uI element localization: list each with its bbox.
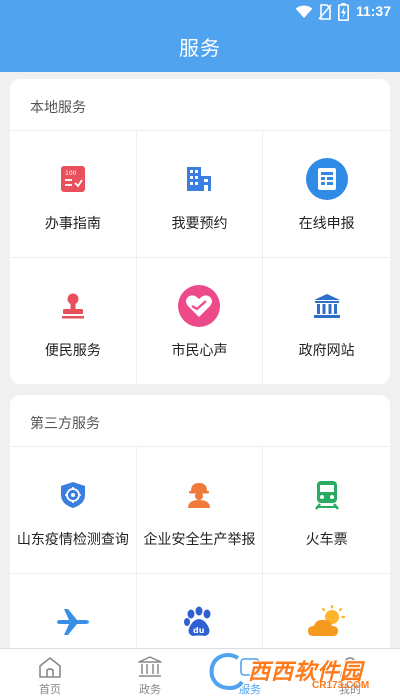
tab-label: 服务 <box>239 684 261 696</box>
service-item-convenience[interactable]: 便民服务 <box>10 258 137 384</box>
service-label: 便民服务 <box>44 342 101 358</box>
wifi-icon <box>295 5 313 24</box>
worker-helmet-icon <box>177 473 221 517</box>
tab-label: 政务 <box>139 684 161 696</box>
service-item-appointment[interactable]: 我要预约 <box>136 131 264 258</box>
baidu-paw-icon: du <box>177 600 221 644</box>
user-icon <box>338 655 362 679</box>
heart-icon <box>177 284 221 328</box>
tab-service[interactable]: 服务 <box>200 649 300 700</box>
main-content: 本地服务 100 办事指南 我要预约 在线申报 便民服务 市民心声 政府网站 第… <box>0 72 400 648</box>
shield-icon <box>51 473 95 517</box>
page-title: 服务 <box>179 38 221 60</box>
service-item-flight[interactable] <box>10 574 137 648</box>
service-item-train-ticket[interactable]: 火车票 <box>263 447 390 574</box>
section-title: 本地服务 <box>10 79 390 131</box>
airplane-icon <box>51 600 95 644</box>
third-party-services-card: 第三方服务 山东疫情检测查询 企业安全生产举报 火车票 du <box>10 395 390 648</box>
bottom-tab-bar: 首页 政务 服务 我的 <box>0 648 400 700</box>
no-sim-icon <box>318 4 332 25</box>
home-icon <box>38 655 62 679</box>
section-title: 第三方服务 <box>10 395 390 447</box>
clock: 11:37 <box>355 3 391 19</box>
third-party-services-grid: 山东疫情检测查询 企业安全生产举报 火车票 du <box>10 447 390 648</box>
service-item-citizen-voice[interactable]: 市民心声 <box>137 258 264 384</box>
service-label: 市民心声 <box>171 342 228 358</box>
stamp-icon <box>51 284 95 328</box>
document-form-icon <box>305 157 349 201</box>
government-building-icon <box>138 655 162 679</box>
service-item-online-declare[interactable]: 在线申报 <box>263 131 390 258</box>
service-label: 办事指南 <box>44 215 101 231</box>
service-label: 在线申报 <box>298 215 355 231</box>
status-bar: 11:37 <box>0 0 400 24</box>
tab-label: 我的 <box>339 684 361 696</box>
train-icon <box>305 473 349 517</box>
tab-government[interactable]: 政务 <box>100 649 200 700</box>
service-label: 火车票 <box>305 531 348 547</box>
svg-text:du: du <box>193 626 205 635</box>
service-item-weather[interactable] <box>263 574 390 648</box>
local-services-card: 本地服务 100 办事指南 我要预约 在线申报 便民服务 市民心声 政府网站 <box>10 79 390 384</box>
battery-charging-icon <box>338 3 349 26</box>
service-item-safety-report[interactable]: 企业安全生产举报 <box>136 447 264 574</box>
building-icon <box>177 157 221 201</box>
service-label: 山东疫情检测查询 <box>16 531 129 547</box>
service-label: 企业安全生产举报 <box>143 531 256 547</box>
header: 服务 <box>0 24 400 72</box>
service-item-covid-test-query[interactable]: 山东疫情检测查询 <box>10 447 137 574</box>
tab-home[interactable]: 首页 <box>0 649 100 700</box>
service-item-guide[interactable]: 100 办事指南 <box>10 131 137 258</box>
weather-sun-cloud-icon <box>305 600 349 644</box>
tab-label: 首页 <box>39 684 61 696</box>
service-item-baidu[interactable]: du <box>137 574 264 648</box>
service-label: 政府网站 <box>298 342 355 358</box>
service-icon <box>238 655 262 679</box>
local-services-grid: 100 办事指南 我要预约 在线申报 便民服务 市民心声 政府网站 <box>10 131 390 384</box>
clipboard-checklist-icon: 100 <box>51 157 95 201</box>
government-building-icon <box>305 284 349 328</box>
service-item-gov-website[interactable]: 政府网站 <box>263 258 390 384</box>
service-label: 我要预约 <box>171 215 228 231</box>
tab-mine[interactable]: 我的 <box>300 649 400 700</box>
svg-text:100: 100 <box>65 170 77 177</box>
